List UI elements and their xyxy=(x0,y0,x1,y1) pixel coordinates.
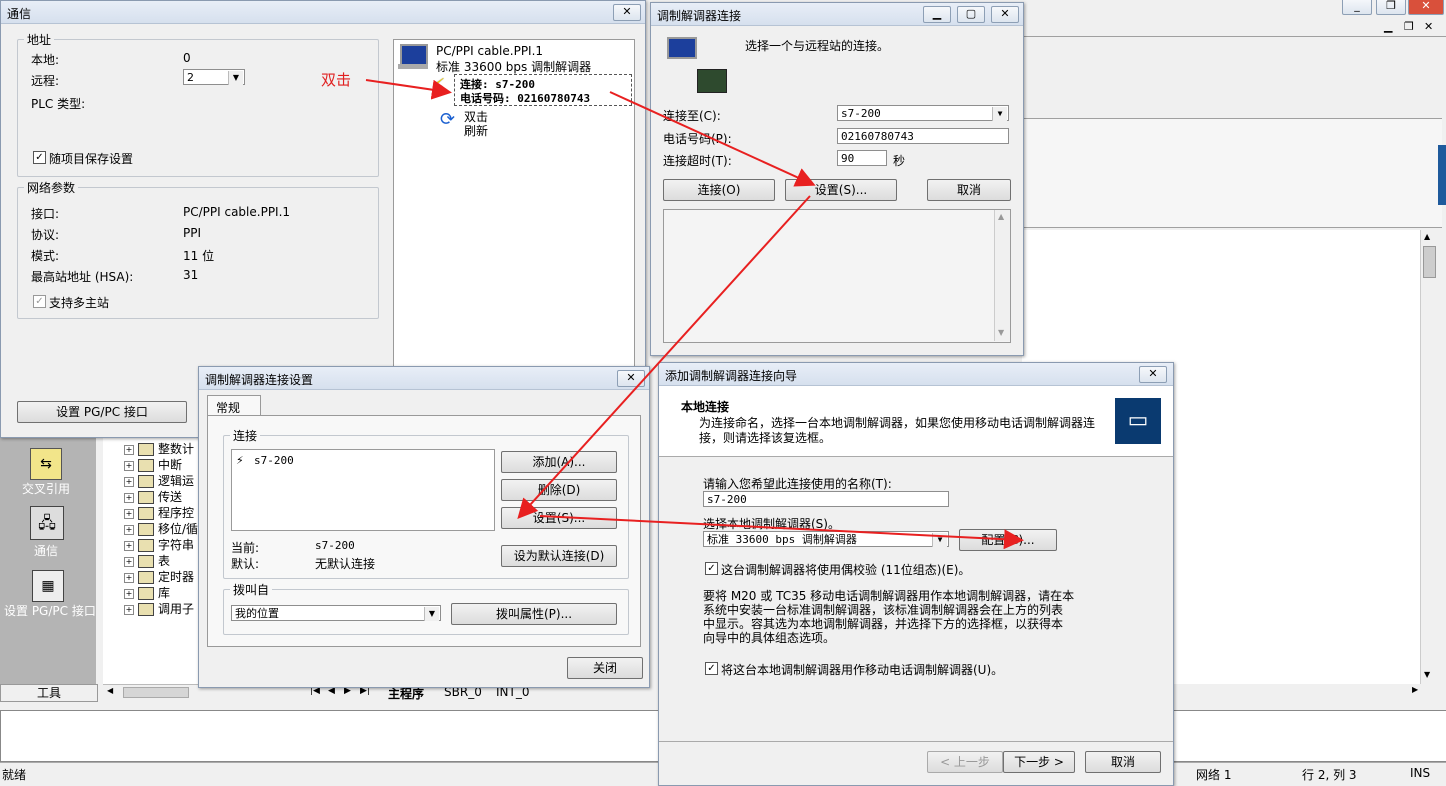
arrow-to-modem-settings xyxy=(517,195,811,519)
arrow-to-lightning xyxy=(365,79,452,100)
annotation-arrows xyxy=(365,79,1024,550)
arrow-to-configure xyxy=(539,515,1024,550)
arrow-to-settings-button xyxy=(609,91,816,187)
